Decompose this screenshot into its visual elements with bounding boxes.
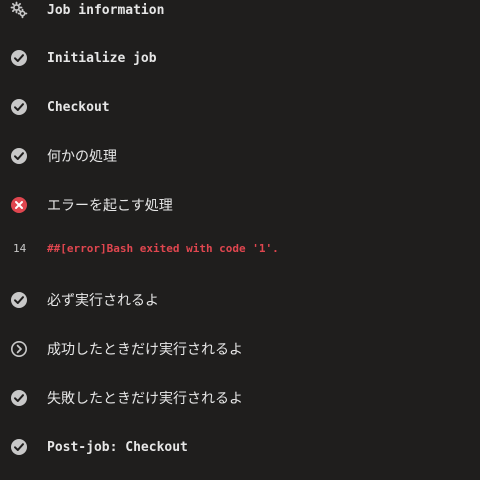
step-always-run[interactable]: 必ず実行されるよ <box>0 284 480 316</box>
step-label: 必ず実行されるよ <box>47 293 159 309</box>
check-circle-icon <box>11 50 27 66</box>
check-circle-icon <box>11 99 27 115</box>
step-error-process[interactable]: エラーを起こす処理 <box>0 189 480 221</box>
gears-icon <box>10 1 28 19</box>
step-label: 失敗したときだけ実行されるよ <box>47 391 243 407</box>
step-on-failure[interactable]: 失敗したときだけ実行されるよ <box>0 382 480 414</box>
step-label: Post-job: Checkout <box>47 439 188 455</box>
step-label: Job information <box>47 2 165 18</box>
check-circle-icon <box>11 390 27 406</box>
check-circle-icon <box>11 439 27 455</box>
chevron-circle-icon <box>11 341 27 357</box>
step-some-process[interactable]: 何かの処理 <box>0 140 480 172</box>
step-job-information[interactable]: Job information <box>0 0 480 26</box>
check-circle-icon <box>11 148 27 164</box>
step-post-job-checkout[interactable]: Post-job: Checkout <box>0 431 480 463</box>
step-label: Initialize job <box>47 50 157 66</box>
error-log-line: 14 ##[error]Bash exited with code '1'. <box>0 238 480 262</box>
check-circle-icon <box>11 292 27 308</box>
step-label: Checkout <box>47 99 110 115</box>
step-on-success[interactable]: 成功したときだけ実行されるよ <box>0 333 480 365</box>
x-circle-icon <box>11 197 27 213</box>
step-checkout[interactable]: Checkout <box>0 91 480 123</box>
step-label: 成功したときだけ実行されるよ <box>47 342 243 358</box>
pipeline-log: Job information Initialize job Checkout … <box>0 0 480 480</box>
step-label: エラーを起こす処理 <box>47 198 173 214</box>
step-initialize-job[interactable]: Initialize job <box>0 42 480 74</box>
step-label: 何かの処理 <box>47 149 117 165</box>
error-message: ##[error]Bash exited with code '1'. <box>47 242 279 255</box>
line-number: 14 <box>13 242 27 255</box>
